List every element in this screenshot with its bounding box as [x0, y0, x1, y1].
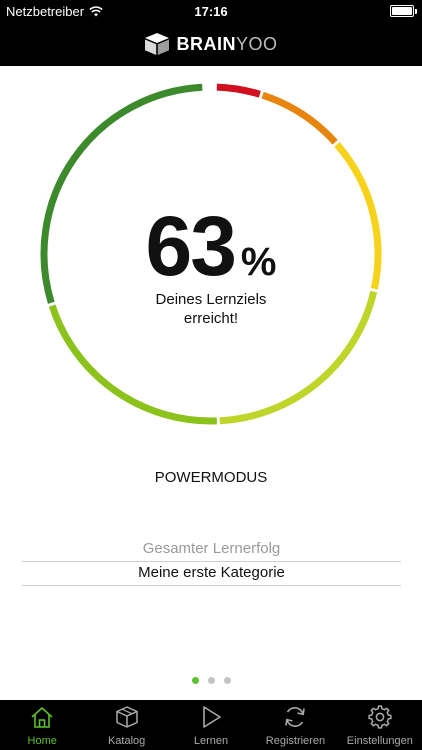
gear-icon — [368, 705, 392, 729]
play-icon — [203, 706, 221, 728]
progress-caption-line1: Deines Lernziels — [155, 291, 267, 308]
tab-register[interactable]: Registrieren — [253, 700, 337, 750]
tab-home[interactable]: Home — [0, 700, 84, 750]
battery-icon — [390, 5, 417, 17]
catalog-box-icon — [115, 706, 138, 728]
page-dot-2[interactable] — [207, 677, 215, 684]
progress-caption-line2: erreicht! — [183, 310, 239, 327]
logo-yoo: YOO — [235, 33, 278, 54]
tab-catalog[interactable]: Katalog — [84, 700, 168, 750]
mode-label: POWERMODUS — [154, 469, 268, 486]
category-list: Gesamter Lernerfolg Meine erste Kategori… — [22, 538, 401, 586]
percent-sign: % — [240, 240, 277, 284]
brainyoo-box-icon — [145, 33, 170, 55]
progress-percent: 63 — [145, 199, 236, 293]
clock: 17:16 — [194, 4, 228, 19]
page-indicator[interactable] — [0, 677, 422, 684]
page-dot-3[interactable] — [223, 677, 231, 684]
list-item-first-category[interactable]: Meine erste Kategorie — [22, 562, 401, 586]
tab-bar: Home Katalog Lernen Registrieren Einstel… — [0, 700, 422, 750]
app-header: BRAINYOO — [0, 22, 422, 66]
progress-summary: 63 % Deines Lernziels erreicht! — [0, 199, 422, 328]
ring-segment-2 — [261, 91, 338, 145]
logo-brain: BRAIN — [176, 33, 236, 54]
tab-settings-label: Einstellungen — [346, 735, 413, 747]
tab-settings[interactable]: Einstellungen — [338, 700, 422, 750]
tab-catalog-label: Katalog — [107, 735, 146, 747]
app-logo: BRAINYOO — [176, 34, 277, 55]
tab-register-label: Registrieren — [265, 735, 326, 747]
sync-icon — [285, 707, 306, 727]
tab-learn-label: Lernen — [193, 735, 229, 747]
ring-segment-1 — [216, 83, 261, 98]
home-icon — [31, 707, 53, 728]
tab-home-label: Home — [27, 735, 57, 747]
tab-learn[interactable]: Lernen — [169, 700, 253, 750]
progress-ring: 63 % Deines Lernziels erreicht! — [0, 66, 422, 446]
page-dot-1[interactable] — [191, 677, 199, 684]
status-bar: Netzbetreiber 17:16 — [0, 0, 422, 22]
list-item-overall-progress[interactable]: Gesamter Lernerfolg — [22, 538, 401, 562]
